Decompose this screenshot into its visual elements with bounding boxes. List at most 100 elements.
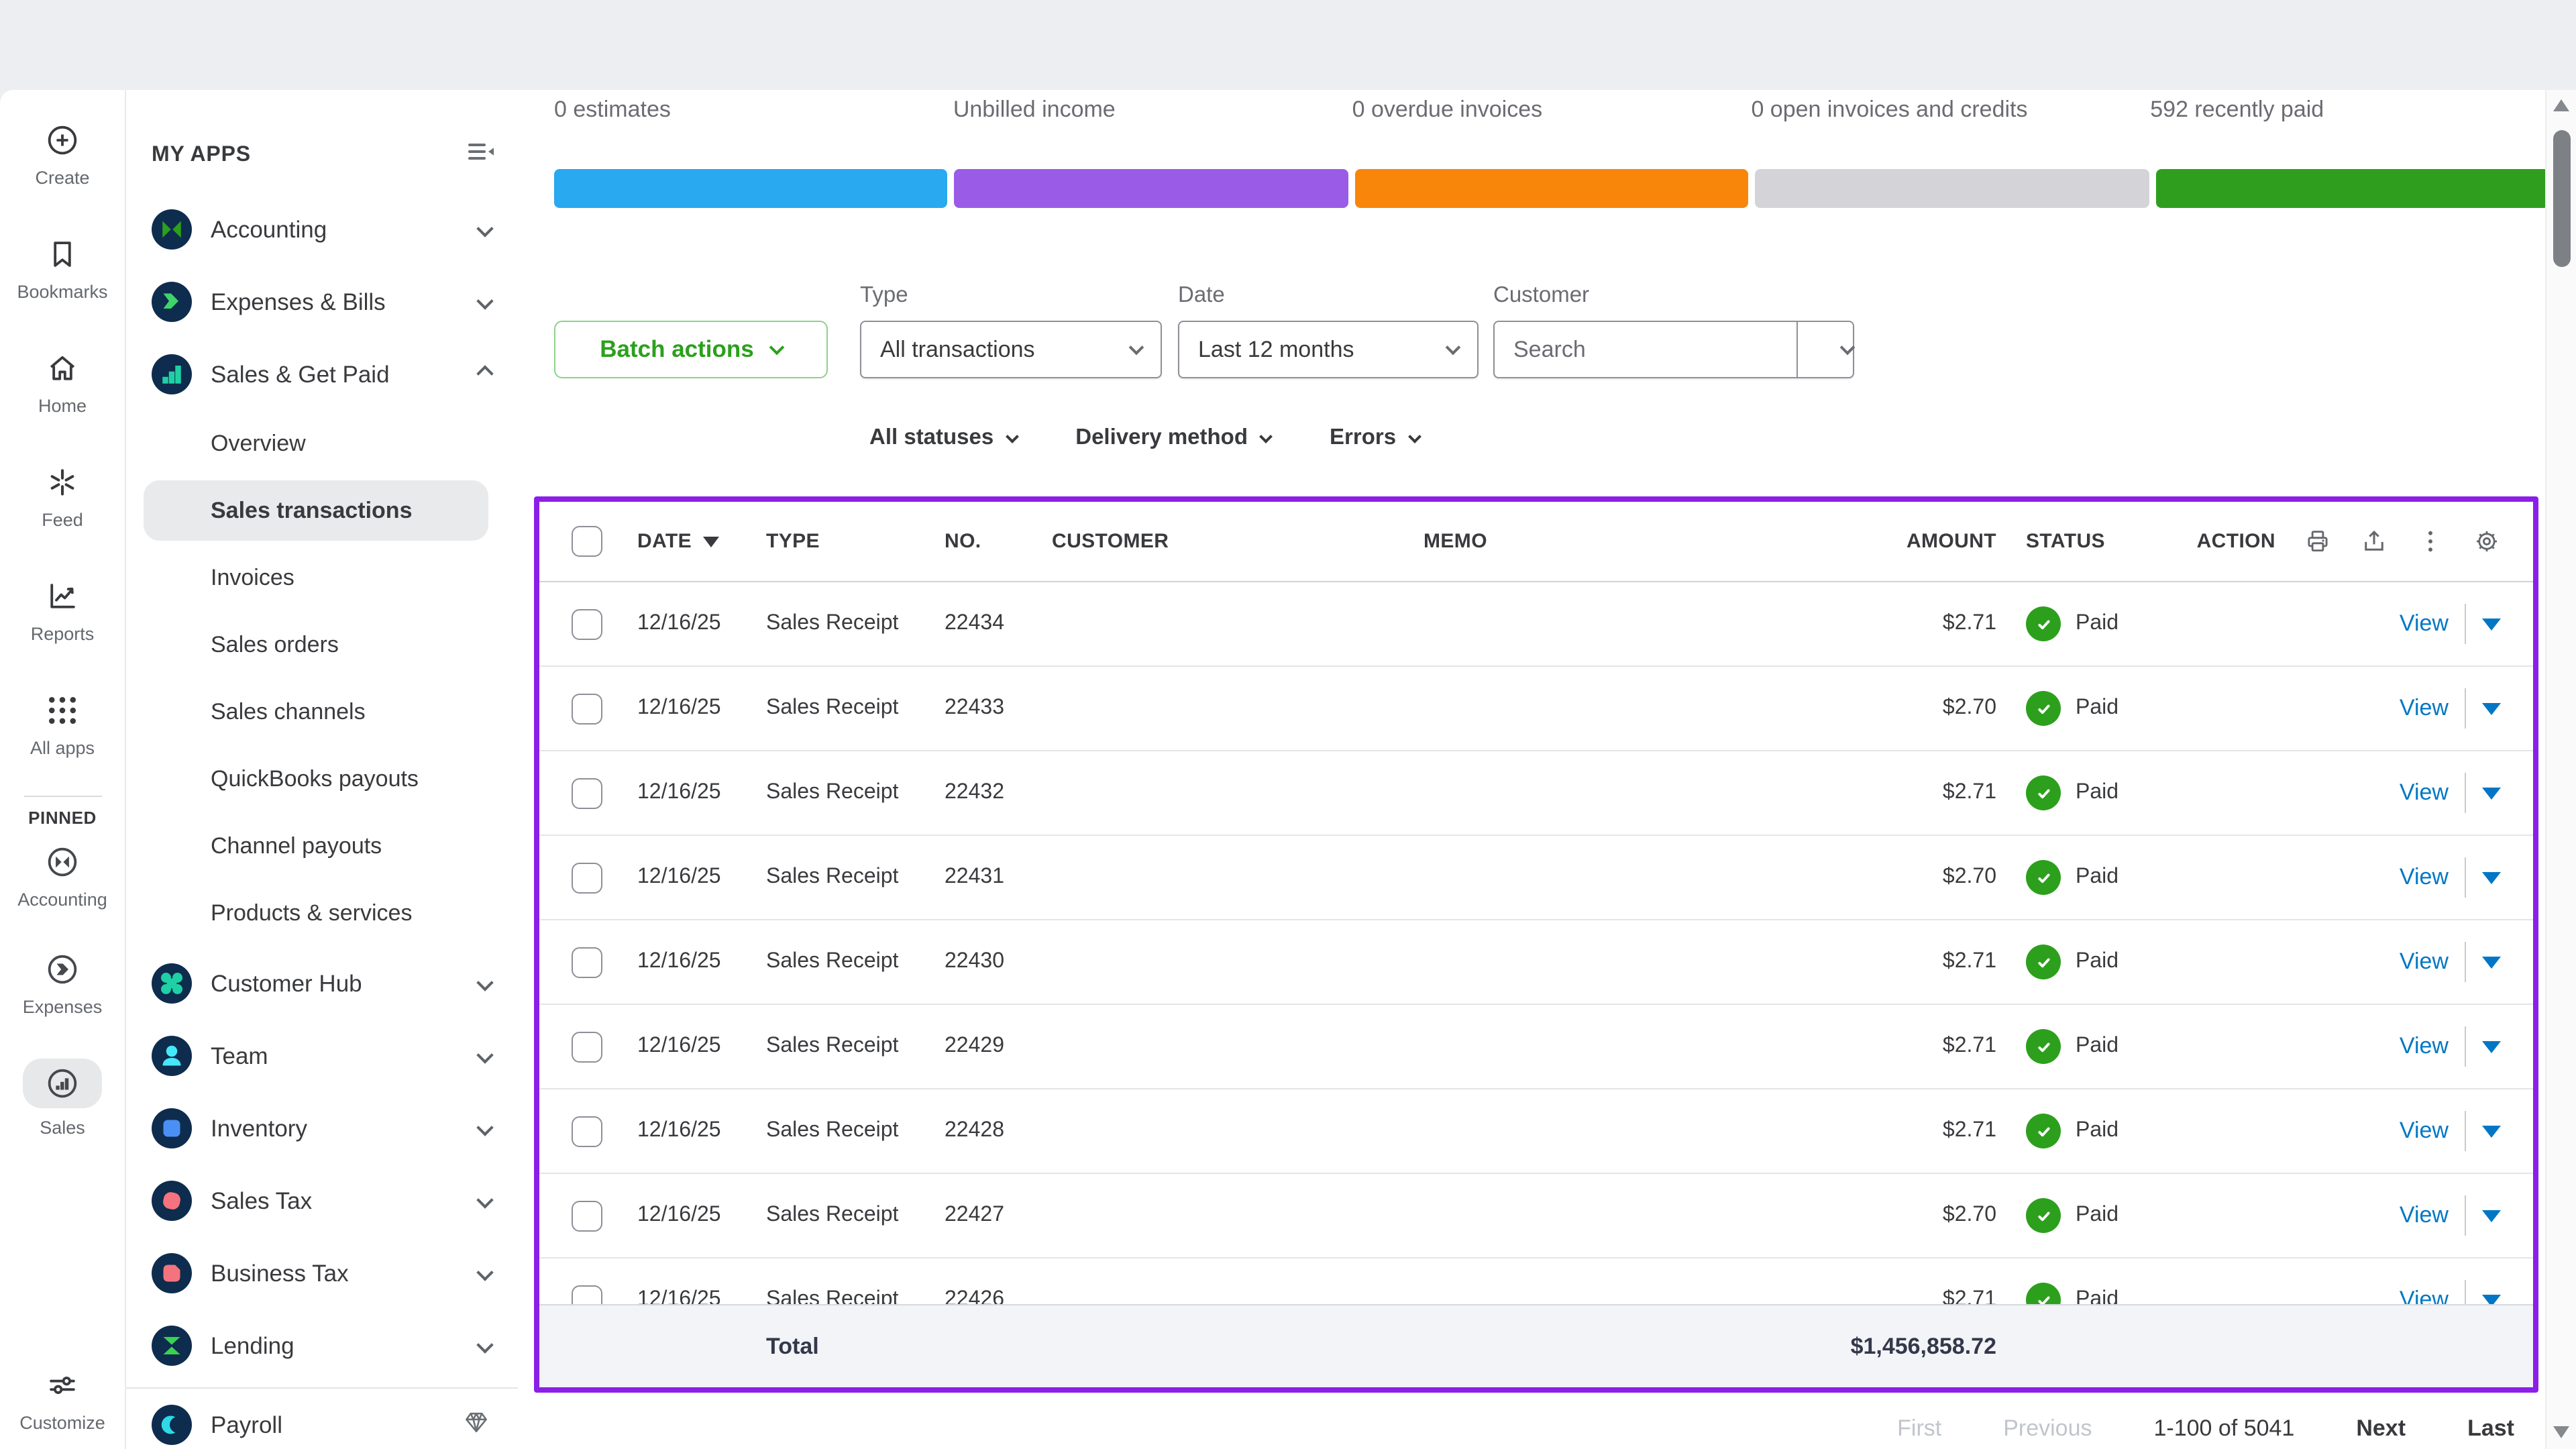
sidebar-app-expenses-bills[interactable]: Expenses & Bills (152, 266, 496, 338)
pagination-previous[interactable]: Previous (2003, 1415, 2092, 1442)
type-select[interactable]: All transactions (860, 321, 1162, 378)
sidebar-app-business-tax[interactable]: Business Tax (152, 1237, 496, 1309)
cell-type: Sales Receipt (766, 1034, 945, 1059)
status-label: Paid (2076, 1034, 2118, 1059)
row-checkbox[interactable] (572, 1116, 602, 1146)
pagination-last[interactable]: Last (2467, 1415, 2514, 1442)
sidebar-app-inventory[interactable]: Inventory (152, 1092, 496, 1165)
rail-item-customize[interactable]: Customize (0, 1367, 125, 1433)
create-icon (44, 122, 80, 158)
sidebar-app-accounting[interactable]: Accounting (152, 193, 496, 266)
rail-item-bookmarks[interactable]: Bookmarks (0, 223, 125, 337)
view-link[interactable]: View (2400, 1118, 2449, 1144)
batch-actions-button[interactable]: Batch actions (554, 321, 828, 378)
sidebar-app-customer-hub[interactable]: Customer Hub (152, 947, 496, 1020)
view-link[interactable]: View (2400, 1202, 2449, 1229)
select-all-checkbox[interactable] (572, 526, 602, 557)
view-dropdown-caret[interactable] (2482, 618, 2501, 630)
chevron-down-icon (1129, 340, 1144, 356)
row-checkbox[interactable] (572, 947, 602, 977)
view-link[interactable]: View (2400, 1287, 2449, 1304)
filter-chip-all-statuses[interactable]: All statuses (869, 425, 1016, 451)
money-bar-label: 0 overdue invoices (1352, 97, 1752, 123)
print-icon[interactable] (2304, 527, 2332, 555)
view-dropdown-caret[interactable] (2482, 1210, 2501, 1222)
row-checkbox[interactable] (572, 1285, 602, 1304)
row-checkbox[interactable] (572, 608, 602, 639)
rail-item-pinned-expenses[interactable]: Expenses (0, 949, 125, 1056)
sidebar-item-channel-payouts[interactable]: Channel payouts (144, 813, 488, 880)
sidebar-app-team[interactable]: Team (152, 1020, 496, 1092)
scrollbar-thumb[interactable] (2553, 130, 2571, 267)
customer-combo-caret[interactable] (1796, 322, 1853, 377)
view-dropdown-caret[interactable] (2482, 1294, 2501, 1304)
view-link[interactable]: View (2400, 695, 2449, 722)
sidebar-app-payroll[interactable]: Payroll (152, 1389, 496, 1449)
view-dropdown-caret[interactable] (2482, 871, 2501, 883)
export-icon[interactable] (2360, 527, 2388, 555)
money-bar-segment[interactable] (1755, 169, 2149, 208)
sidebar-item-products-services[interactable]: Products & services (144, 880, 488, 947)
view-dropdown-caret[interactable] (2482, 1040, 2501, 1053)
cell-type: Sales Receipt (766, 1119, 945, 1143)
sidebar-app-sales-get-paid[interactable]: Sales & Get Paid (152, 338, 496, 411)
row-checkbox[interactable] (572, 1031, 602, 1062)
rail-item-feed[interactable]: Feed (0, 451, 125, 565)
money-bar-segment[interactable] (955, 169, 1348, 208)
view-dropdown-caret[interactable] (2482, 1125, 2501, 1137)
sidebar-app-sales-tax[interactable]: Sales Tax (152, 1165, 496, 1237)
no-column-header[interactable]: NO. (945, 530, 1052, 553)
rail-item-reports[interactable]: Reports (0, 565, 125, 679)
rail-item-pinned-sales[interactable]: Sales (0, 1056, 125, 1163)
customer-search-combo[interactable]: Search (1493, 321, 1854, 378)
money-bar-segment[interactable] (1355, 169, 1749, 208)
date-select[interactable]: Last 12 months (1178, 321, 1479, 378)
view-dropdown-caret[interactable] (2482, 702, 2501, 714)
customer-column-header[interactable]: CUSTOMER (1052, 530, 1424, 553)
rail-item-home[interactable]: Home (0, 337, 125, 451)
scroll-down-arrow-icon[interactable] (2553, 1426, 2569, 1438)
money-bar-segment[interactable] (2155, 169, 2549, 208)
sidebar-item-sales-channels[interactable]: Sales channels (144, 679, 488, 746)
status-label: Paid (2076, 781, 2118, 805)
sidebar-item-sales-orders[interactable]: Sales orders (144, 612, 488, 679)
date-column-header[interactable]: DATE (637, 530, 766, 553)
view-link[interactable]: View (2400, 949, 2449, 975)
more-options-icon[interactable] (2416, 527, 2445, 555)
scroll-up-arrow-icon[interactable] (2553, 99, 2569, 111)
row-checkbox[interactable] (572, 1200, 602, 1231)
sidebar-item-overview[interactable]: Overview (144, 411, 488, 478)
view-link[interactable]: View (2400, 864, 2449, 891)
cell-type: Sales Receipt (766, 865, 945, 890)
filter-chip-delivery-method[interactable]: Delivery method (1075, 425, 1271, 451)
app-label: Accounting (211, 215, 327, 244)
row-checkbox[interactable] (572, 777, 602, 808)
row-checkbox[interactable] (572, 862, 602, 893)
view-dropdown-caret[interactable] (2482, 956, 2501, 968)
rail-item-create[interactable]: Create (0, 109, 125, 223)
gear-icon[interactable] (2473, 527, 2501, 555)
view-link[interactable]: View (2400, 1033, 2449, 1060)
pagination-first[interactable]: First (1897, 1415, 1941, 1442)
collapse-panel-icon[interactable] (464, 136, 496, 174)
money-bar-segment[interactable] (554, 169, 948, 208)
pagination-next[interactable]: Next (2356, 1415, 2406, 1442)
view-link[interactable]: View (2400, 780, 2449, 806)
rail-item-all-apps[interactable]: All apps (0, 679, 125, 793)
filter-chip-errors[interactable]: Errors (1330, 425, 1419, 451)
sidebar-item-quickbooks-payouts[interactable]: QuickBooks payouts (144, 746, 488, 813)
sidebar-app-lending[interactable]: Lending (152, 1309, 496, 1382)
amount-column-header[interactable]: AMOUNT (1809, 530, 1996, 553)
chevron-down-icon (479, 1044, 491, 1068)
view-dropdown-caret[interactable] (2482, 787, 2501, 799)
row-checkbox[interactable] (572, 693, 602, 724)
sidebar-item-sales-transactions[interactable]: Sales transactions (144, 480, 488, 541)
status-column-header[interactable]: STATUS (1996, 530, 2198, 553)
paid-check-icon (2026, 1029, 2061, 1064)
type-column-header[interactable]: TYPE (766, 530, 945, 553)
rail-item-pinned-accounting[interactable]: Accounting (0, 841, 125, 949)
view-link[interactable]: View (2400, 610, 2449, 637)
sidebar-item-invoices[interactable]: Invoices (144, 545, 488, 612)
memo-column-header[interactable]: MEMO (1424, 530, 1809, 553)
vertical-scrollbar[interactable] (2545, 90, 2576, 1449)
